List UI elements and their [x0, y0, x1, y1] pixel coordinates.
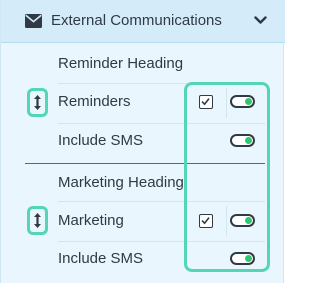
marketing-heading: Marketing Heading	[58, 174, 184, 191]
marketing-label: Marketing	[58, 212, 124, 229]
reminder-heading: Reminder Heading	[58, 55, 184, 72]
external-communications-panel: External Communications Reminder Heading…	[0, 0, 285, 283]
marketing-sms-label: Include SMS	[58, 250, 144, 267]
vertical-resize-icon	[34, 213, 41, 228]
envelope-icon	[25, 14, 42, 28]
vertical-resize-icon	[34, 95, 41, 110]
marketing-drag-handle[interactable]	[27, 206, 48, 235]
panel-header[interactable]: External Communications	[1, 0, 285, 43]
controls-highlight-box	[184, 82, 270, 272]
reminders-drag-handle[interactable]	[27, 88, 48, 117]
reminders-sms-label: Include SMS	[58, 132, 144, 149]
reminders-label: Reminders	[58, 93, 131, 110]
chevron-down-icon[interactable]	[254, 16, 267, 25]
panel-title: External Communications	[51, 12, 222, 29]
